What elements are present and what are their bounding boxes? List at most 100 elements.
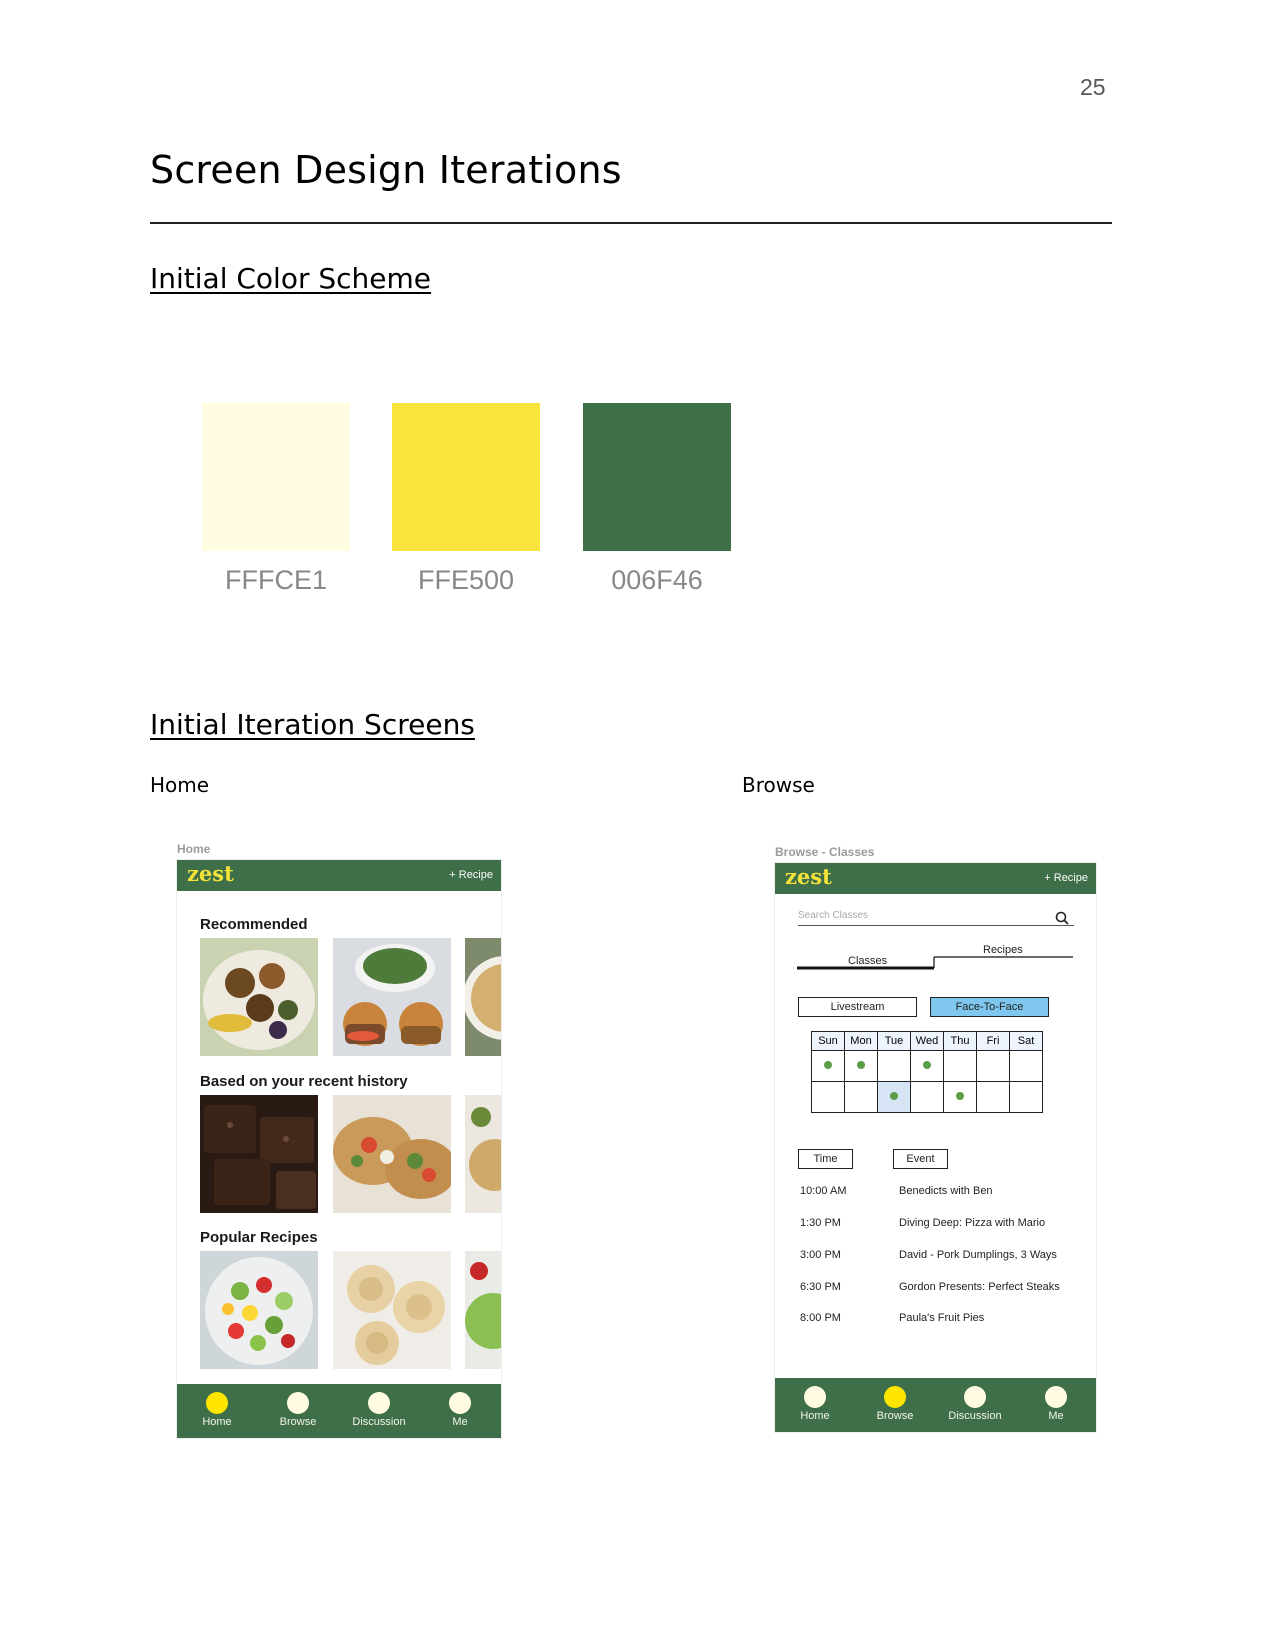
color-scheme-heading: Initial Color Scheme xyxy=(150,262,432,295)
browse-mockup: zest + Recipe Search Classes Classes Rec… xyxy=(775,863,1096,1432)
calendar-day[interactable] xyxy=(943,1050,977,1082)
app-bar: zest + Recipe xyxy=(775,863,1096,894)
page-title: Screen Design Iterations xyxy=(150,148,622,192)
zest-logo: zest xyxy=(187,861,234,886)
filter-livestream[interactable]: Livestream xyxy=(798,997,917,1017)
recipe-thumbnail[interactable] xyxy=(333,1095,451,1213)
recipe-thumbnail[interactable] xyxy=(465,1251,501,1369)
calendar-day[interactable] xyxy=(976,1081,1010,1113)
event-name[interactable]: Paula's Fruit Pies xyxy=(899,1312,984,1324)
weekday-sun: Sun xyxy=(811,1031,845,1051)
bottom-tab-bar: Home Browse Discussion Me xyxy=(177,1384,501,1438)
weekday-wed: Wed xyxy=(910,1031,944,1051)
calendar-day[interactable] xyxy=(976,1050,1010,1082)
search-input[interactable]: Search Classes xyxy=(798,910,868,921)
recipe-thumbnail[interactable] xyxy=(200,1095,318,1213)
calendar-day[interactable] xyxy=(844,1081,878,1113)
tab-label: Me xyxy=(452,1416,468,1428)
tab-browse[interactable]: Browse xyxy=(855,1378,935,1422)
event-name[interactable]: David - Pork Dumplings, 3 Ways xyxy=(899,1249,1057,1261)
tab-home[interactable]: Home xyxy=(775,1378,855,1422)
class-dot xyxy=(923,1061,931,1069)
tab-discussion[interactable]: Discussion xyxy=(935,1378,1015,1422)
event-name[interactable]: Gordon Presents: Perfect Steaks xyxy=(899,1281,1060,1293)
home-icon xyxy=(206,1392,228,1414)
time-column-header: Time xyxy=(798,1149,853,1169)
tab-home[interactable]: Home xyxy=(177,1384,257,1428)
tab-label: Home xyxy=(202,1416,232,1428)
calendar-day[interactable] xyxy=(811,1081,845,1113)
segment-underline xyxy=(797,956,1073,970)
tab-label: Discussion xyxy=(948,1410,1002,1422)
section-heading-popular: Popular Recipes xyxy=(200,1229,318,1246)
discussion-icon xyxy=(368,1392,390,1414)
calendar-day[interactable] xyxy=(844,1050,878,1082)
section-heading-recent-history: Based on your recent history xyxy=(200,1073,408,1090)
home-icon xyxy=(804,1386,826,1408)
event-time: 1:30 PM xyxy=(800,1217,841,1229)
calendar-day[interactable] xyxy=(1009,1081,1043,1113)
class-dot xyxy=(824,1061,832,1069)
weekday-fri: Fri xyxy=(976,1031,1010,1051)
calendar-day[interactable] xyxy=(943,1081,977,1113)
add-recipe-button[interactable]: + Recipe xyxy=(449,869,493,881)
home-mockup: zest + Recipe Recommended Based on your … xyxy=(177,860,501,1438)
filter-face-to-face[interactable]: Face-To-Face xyxy=(930,997,1049,1017)
tab-label: Discussion xyxy=(352,1416,406,1428)
profile-icon xyxy=(1045,1386,1067,1408)
class-dot xyxy=(857,1061,865,1069)
calendar-day[interactable] xyxy=(910,1050,944,1082)
event-name[interactable]: Diving Deep: Pizza with Mario xyxy=(899,1217,1045,1229)
swatch-006f46 xyxy=(583,403,731,551)
event-name[interactable]: Benedicts with Ben xyxy=(899,1185,993,1197)
tab-label: Browse xyxy=(279,1416,317,1428)
calendar-day[interactable] xyxy=(877,1050,911,1082)
swatch-label: FFFCE1 xyxy=(224,565,327,595)
swatch-label: 006F46 xyxy=(611,565,703,595)
bottom-tab-bar: Home Browse Discussion Me xyxy=(775,1378,1096,1432)
recipe-thumbnail[interactable] xyxy=(333,938,451,1056)
recipe-thumbnail[interactable] xyxy=(465,938,501,1056)
class-dot xyxy=(890,1092,898,1100)
swatch-label: FFE500 xyxy=(417,565,515,595)
browse-icon xyxy=(884,1386,906,1408)
profile-icon xyxy=(449,1392,471,1414)
weekday-thu: Thu xyxy=(943,1031,977,1051)
recipe-thumbnail[interactable] xyxy=(200,938,318,1056)
swatch-ffe500 xyxy=(392,403,540,551)
calendar-day[interactable] xyxy=(811,1050,845,1082)
calendar-day-selected[interactable] xyxy=(877,1081,911,1113)
event-column-header: Event xyxy=(893,1149,948,1169)
event-time: 10:00 AM xyxy=(800,1185,847,1197)
calendar-day[interactable] xyxy=(1009,1050,1043,1082)
title-divider xyxy=(150,222,1112,224)
event-time: 8:00 PM xyxy=(800,1312,841,1324)
browse-screen-label: Browse xyxy=(742,773,815,797)
add-recipe-button[interactable]: + Recipe xyxy=(1044,872,1088,884)
recipe-thumbnail[interactable] xyxy=(333,1251,451,1369)
tab-discussion[interactable]: Discussion xyxy=(339,1384,419,1428)
swatch-fffce1 xyxy=(202,403,350,551)
tab-me[interactable]: Me xyxy=(420,1384,500,1428)
tab-me[interactable]: Me xyxy=(1016,1378,1096,1422)
discussion-icon xyxy=(964,1386,986,1408)
search-icon[interactable] xyxy=(1055,911,1069,925)
page-number: 25 xyxy=(1080,74,1106,100)
weekday-mon: Mon xyxy=(844,1031,878,1051)
tab-label: Me xyxy=(1048,1410,1064,1422)
class-calendar: Sun Mon Tue Wed Thu Fri Sat xyxy=(811,1031,1043,1113)
event-time: 3:00 PM xyxy=(800,1249,841,1261)
class-dot xyxy=(956,1092,964,1100)
browse-icon xyxy=(287,1392,309,1414)
tab-label: Browse xyxy=(876,1410,914,1422)
search-underline xyxy=(798,925,1074,926)
app-bar: zest + Recipe xyxy=(177,860,501,891)
recipe-thumbnail[interactable] xyxy=(200,1251,318,1369)
calendar-day[interactable] xyxy=(910,1081,944,1113)
browse-mockup-caption: Browse - Classes xyxy=(775,845,875,859)
iteration-screens-heading: Initial Iteration Screens xyxy=(150,708,475,741)
section-heading-recommended: Recommended xyxy=(200,916,308,933)
zest-logo: zest xyxy=(785,864,832,889)
tab-browse[interactable]: Browse xyxy=(258,1384,338,1428)
recipe-thumbnail[interactable] xyxy=(465,1095,501,1213)
